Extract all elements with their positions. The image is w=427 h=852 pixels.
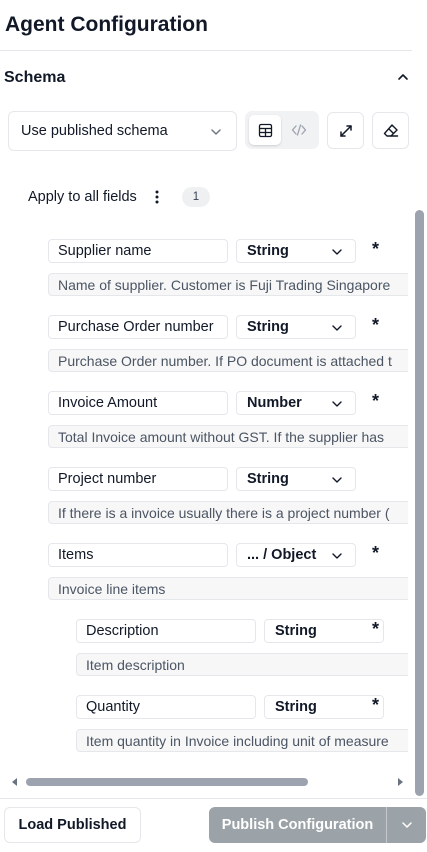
field-name-input[interactable]: Quantity <box>76 695 256 719</box>
required-toggle[interactable]: * <box>372 239 379 260</box>
chevron-down-icon <box>332 249 342 255</box>
clear-button[interactable] <box>372 112 409 149</box>
field-description-input[interactable]: Total Invoice amount without GST. If the… <box>48 425 408 448</box>
horizontal-scrollbar-thumb[interactable] <box>26 778 308 786</box>
field-type-value: String <box>247 319 289 335</box>
field-name-input[interactable]: Supplier name <box>48 239 228 263</box>
chevron-down-icon <box>332 325 342 331</box>
fields-list: Supplier name String * Name of supplier.… <box>0 225 408 765</box>
page-title: Agent Configuration <box>5 13 208 36</box>
required-toggle[interactable]: * <box>372 619 379 640</box>
field-type-value: String <box>247 243 289 259</box>
table-icon <box>258 123 272 137</box>
divider <box>0 798 427 799</box>
field-name-input[interactable]: Purchase Order number <box>48 315 228 339</box>
field-type-select[interactable]: String <box>264 619 384 643</box>
field-type-value: String <box>247 471 289 487</box>
apply-to-all-label: Apply to all fields <box>28 189 137 205</box>
divider <box>0 50 412 51</box>
expand-icon <box>339 124 352 137</box>
chevron-down-icon <box>401 822 412 828</box>
load-published-button[interactable]: Load Published <box>4 807 141 843</box>
field-type-select[interactable]: String <box>236 467 356 491</box>
required-toggle[interactable]: * <box>372 695 379 716</box>
field-description-input[interactable]: Item description <box>76 653 408 676</box>
publish-options-button[interactable] <box>386 807 426 843</box>
field-type-select[interactable]: String <box>236 239 356 263</box>
required-toggle[interactable]: * <box>372 543 379 564</box>
field-name-input[interactable]: Invoice Amount <box>48 391 228 415</box>
eraser-icon <box>383 124 398 137</box>
code-view-button[interactable] <box>283 115 315 145</box>
schema-section-header[interactable]: Schema <box>4 68 412 90</box>
field-type-value: String <box>275 623 317 639</box>
kebab-icon[interactable] <box>154 189 160 205</box>
field-type-value: ... / Object <box>247 547 317 563</box>
chevron-down-icon <box>332 477 342 483</box>
schema-select-value: Use published schema <box>21 123 168 139</box>
field-type-value: Number <box>247 395 302 411</box>
field-description-input[interactable]: Purchase Order number. If PO document is… <box>48 349 408 372</box>
count-badge: 1 <box>182 187 210 207</box>
field-type-select[interactable]: String <box>264 695 384 719</box>
required-toggle[interactable]: * <box>372 315 379 336</box>
code-icon <box>291 124 307 136</box>
view-toggle <box>245 111 319 149</box>
field-description-input[interactable]: If there is a invoice usually there is a… <box>48 501 408 524</box>
field-name-input[interactable]: Description <box>76 619 256 643</box>
publish-configuration-button[interactable]: Publish Configuration <box>209 807 386 843</box>
field-description-input[interactable]: Item quantity in Invoice including unit … <box>76 729 408 752</box>
field-type-select[interactable]: String <box>236 315 356 339</box>
chevron-down-icon <box>211 129 221 135</box>
field-description-input[interactable]: Invoice line items <box>48 577 408 600</box>
schema-select[interactable]: Use published schema <box>8 111 237 151</box>
expand-button[interactable] <box>327 112 364 149</box>
field-type-value: String <box>275 699 317 715</box>
section-title: Schema <box>4 69 66 86</box>
table-view-button[interactable] <box>249 115 281 145</box>
chevron-down-icon <box>332 401 342 407</box>
field-description-input[interactable]: Name of supplier. Customer is Fuji Tradi… <box>48 273 408 296</box>
field-name-input[interactable]: Project number <box>48 467 228 491</box>
field-type-select[interactable]: Number <box>236 391 356 415</box>
required-toggle[interactable]: * <box>372 391 379 412</box>
field-name-input[interactable]: Items <box>48 543 228 567</box>
chevron-down-icon <box>332 553 342 559</box>
vertical-scrollbar-thumb[interactable] <box>415 210 424 796</box>
chevron-up-icon[interactable] <box>396 70 410 84</box>
scroll-right-icon[interactable] <box>395 777 405 787</box>
scroll-left-icon[interactable] <box>10 777 20 787</box>
field-type-select[interactable]: ... / Object <box>236 543 356 567</box>
